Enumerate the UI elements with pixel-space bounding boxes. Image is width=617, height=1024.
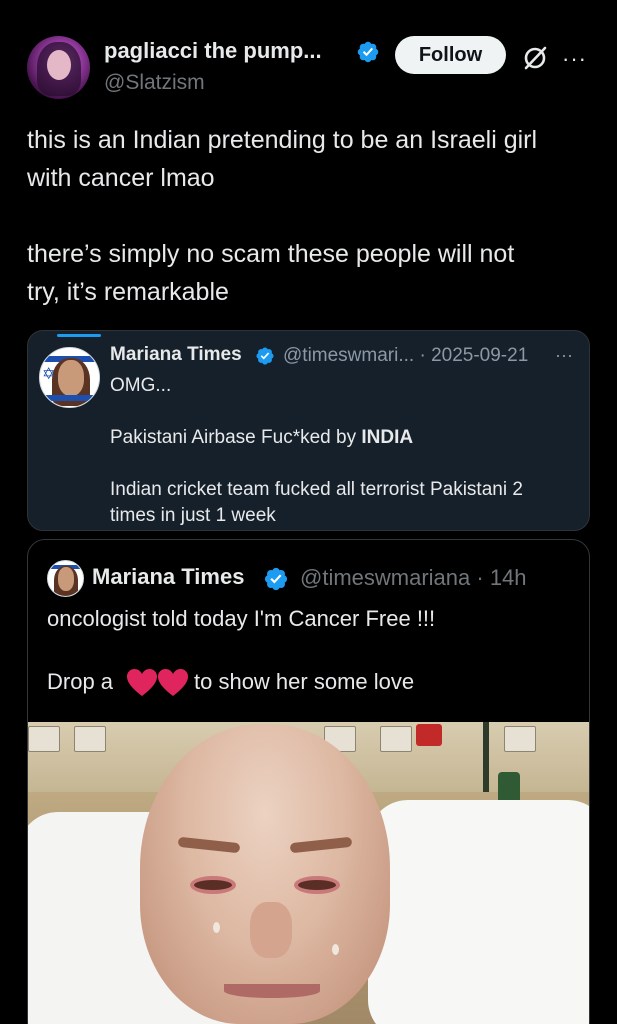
flag-stripe xyxy=(40,395,99,401)
nested-author-avatar[interactable] xyxy=(47,560,84,597)
verified-badge-icon xyxy=(357,41,379,63)
tweet-photo[interactable] xyxy=(28,722,589,1024)
pillow xyxy=(368,800,589,1024)
nested-text-line: oncologist told today I'm Cancer Free !!… xyxy=(47,606,436,631)
mouth xyxy=(224,984,320,998)
red-outlet xyxy=(416,724,442,746)
wall-outlet xyxy=(504,726,536,752)
wall-outlet xyxy=(28,726,60,752)
more-options-icon[interactable]: ··· xyxy=(562,46,587,72)
verified-badge-icon xyxy=(264,567,288,591)
nested-author-name[interactable]: Mariana Times xyxy=(92,564,244,590)
tear xyxy=(332,944,339,955)
nested-handle-time: @timeswmariana · 14h xyxy=(300,565,527,590)
tweet-text-line: try, it’s remarkable xyxy=(27,278,229,306)
quoted-text-bold: INDIA xyxy=(361,427,414,448)
tweet-text-line: with cancer lmao xyxy=(27,164,215,192)
more-options-icon[interactable]: ··· xyxy=(555,345,573,366)
avatar-face xyxy=(47,50,71,80)
red-heart-icon xyxy=(127,669,157,696)
person-head xyxy=(140,724,390,1024)
quoted-author-avatar[interactable]: ✡ xyxy=(39,347,100,408)
quoted-text-line: Pakistani Airbase Fuc*ked by INDIA xyxy=(110,425,580,451)
avatar-face xyxy=(58,360,84,396)
wall-rail xyxy=(483,722,489,792)
avatar-face xyxy=(58,567,74,591)
wall-outlet xyxy=(74,726,106,752)
tear xyxy=(213,922,220,933)
red-heart-icon xyxy=(158,669,188,696)
tweet-header: pagliacci the pump... @Slatzism Follow ·… xyxy=(0,0,617,110)
eye xyxy=(190,876,236,894)
grok-icon[interactable] xyxy=(521,44,549,72)
quoted-text-prefix: Pakistani Airbase Fuc*ked by xyxy=(110,427,362,448)
nested-text-suffix: to show her some love xyxy=(194,669,415,694)
tweet-text-line: there’s simply no scam these people will… xyxy=(27,240,515,268)
verified-badge-icon xyxy=(256,347,274,365)
tweet-text-line: this is an Indian pretending to be an Is… xyxy=(27,126,538,154)
quoted-text-line: times in just 1 week xyxy=(110,505,276,526)
author-handle[interactable]: @Slatzism xyxy=(104,71,205,95)
nested-text-prefix: Drop a xyxy=(47,669,114,694)
follow-button[interactable]: Follow xyxy=(395,36,506,74)
author-avatar[interactable] xyxy=(27,36,90,99)
eye xyxy=(294,876,340,894)
author-display-name[interactable]: pagliacci the pump... xyxy=(104,38,322,64)
quote-highlight-line xyxy=(57,334,101,337)
quoted-handle-date: @timeswmari... · 2025-09-21 xyxy=(283,345,529,366)
quoted-text-line: OMG... xyxy=(110,375,172,396)
star-of-david-icon: ✡ xyxy=(42,366,56,383)
quoted-text-line: Indian cricket team fucked all terrorist… xyxy=(110,479,523,500)
wall-outlet xyxy=(380,726,412,752)
quoted-author-name[interactable]: Mariana Times xyxy=(110,344,242,366)
nose xyxy=(250,902,292,958)
